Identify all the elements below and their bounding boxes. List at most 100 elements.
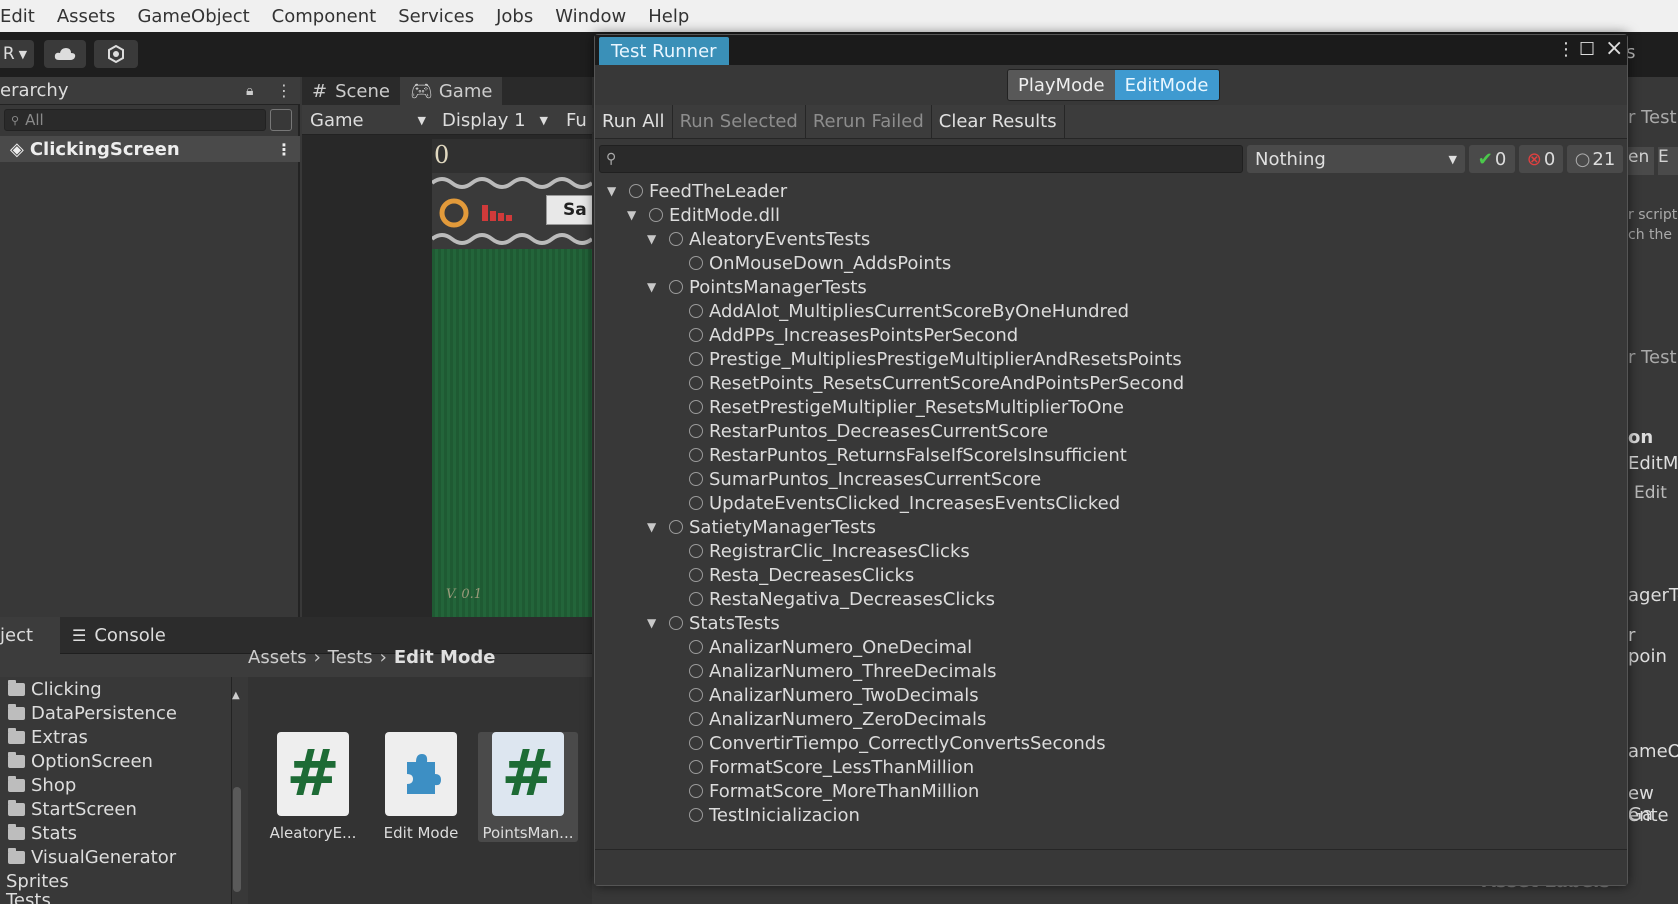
expand-arrow-icon[interactable]: ▼ (627, 208, 639, 222)
expand-arrow-icon[interactable]: ▼ (607, 184, 619, 198)
inspector-button[interactable]: E (1658, 147, 1678, 175)
rerun-failed-button[interactable]: Rerun Failed (806, 104, 932, 139)
test-case-row[interactable]: SumarPuntos_IncreasesCurrentScore (667, 467, 1041, 491)
test-case-row[interactable]: TestInicializacion (667, 803, 860, 827)
test-group-row[interactable]: ▼ PointsManagerTests (647, 275, 867, 299)
expand-arrow-icon[interactable]: ▼ (647, 520, 659, 534)
menu-window[interactable]: Window (544, 6, 637, 27)
game-view[interactable]: 0 Sa V. 0.1 (432, 139, 592, 617)
test-group-row[interactable]: ▼ StatsTests (647, 611, 780, 635)
more-options-icon[interactable]: ⋮ (276, 140, 292, 159)
folder-item[interactable]: Tests (0, 893, 231, 904)
test-case-row[interactable]: RestaNegativa_DecreasesClicks (667, 587, 995, 611)
breadcrumb-item[interactable]: Assets (248, 647, 307, 668)
tab-game[interactable]: 🎮︎ Game (399, 77, 503, 105)
test-case-row[interactable]: OnMouseDown_AddsPoints (667, 251, 951, 275)
expand-arrow-icon[interactable]: ▼ (647, 616, 659, 630)
cloud-button[interactable] (44, 40, 86, 68)
expand-arrow-icon[interactable]: ▼ (647, 232, 659, 246)
expand-arrow-icon[interactable]: ▼ (647, 280, 659, 294)
test-group-row[interactable]: ▼ SatietyManagerTests (647, 515, 876, 539)
run-all-button[interactable]: Run All (595, 104, 673, 139)
run-selected-button[interactable]: Run Selected (673, 104, 806, 139)
unity-scene-icon: ◈ (10, 138, 24, 160)
test-case-row[interactable]: RestarPuntos_DecreasesCurrentScore (667, 419, 1048, 443)
folder-item[interactable]: Stats (0, 821, 231, 845)
test-case-row[interactable]: AnalizarNumero_ThreeDecimals (667, 659, 996, 683)
tab-console[interactable]: ☰ Console (60, 617, 178, 654)
view-select[interactable]: Game ▼ (304, 108, 432, 132)
menu-services[interactable]: Services (387, 6, 485, 27)
test-case-row[interactable]: ResetPrestigeMultiplier_ResetsMultiplier… (667, 395, 1124, 419)
failed-count-toggle[interactable]: ⊗ 0 (1519, 145, 1563, 173)
tab-project[interactable]: ject (0, 616, 60, 654)
inspector-button[interactable]: en (1628, 147, 1654, 175)
test-case-row[interactable]: AnalizarNumero_TwoDecimals (667, 683, 979, 707)
folder-icon (8, 799, 25, 816)
test-label: Resta_DecreasesClicks (709, 564, 915, 586)
tab-scene[interactable]: # Scene (302, 77, 400, 105)
test-case-row[interactable]: FormatScore_MoreThanMillion (667, 779, 979, 803)
save-button[interactable]: Sa (546, 195, 592, 225)
menu-help[interactable]: Help (637, 6, 700, 27)
passed-count-toggle[interactable]: ✔ 0 (1469, 145, 1515, 173)
folder-item[interactable]: Clicking (0, 677, 231, 701)
test-group-row[interactable]: ▼ AleatoryEventsTests (647, 227, 870, 251)
folder-scrollbar-thumb[interactable] (233, 787, 241, 892)
test-case-row[interactable]: Resta_DecreasesClicks (667, 563, 914, 587)
test-case-row[interactable]: AnalizarNumero_ZeroDecimals (667, 707, 986, 731)
aspect-select-value: Fu (566, 109, 587, 131)
create-button[interactable] (270, 109, 292, 131)
test-case-row[interactable]: AnalizarNumero_OneDecimal (667, 635, 972, 659)
category-filter-select[interactable]: Nothing ▼ (1247, 145, 1465, 173)
collab-button[interactable] (94, 40, 138, 68)
test-case-row[interactable]: RestarPuntos_ReturnsFalseIfScoreIsInsuff… (667, 443, 1127, 467)
test-case-row[interactable]: UpdateEventsClicked_IncreasesEventsClick… (667, 491, 1120, 515)
breadcrumb-item[interactable]: Tests (328, 647, 373, 668)
test-group-row[interactable]: ▼ EditMode.dll (627, 203, 780, 227)
folder-item[interactable]: VisualGenerator (0, 845, 231, 869)
asset-item[interactable]: # PointsMan... (478, 732, 578, 842)
folder-item[interactable]: DataPersistence (0, 701, 231, 725)
asset-item[interactable]: Edit Mode (371, 732, 471, 842)
test-case-row[interactable]: AddAlot_MultipliesCurrentScoreByOneHundr… (667, 299, 1129, 323)
test-runner-tab[interactable]: Test Runner (599, 37, 729, 65)
menu-edit[interactable]: Edit (0, 6, 46, 27)
editmode-tab[interactable]: EditMode (1114, 70, 1219, 100)
test-label: EditMode.dll (669, 204, 781, 226)
menu-assets[interactable]: Assets (46, 6, 127, 27)
lock-icon[interactable]: 🔒︎ (246, 83, 253, 99)
menu-jobs[interactable]: Jobs (485, 6, 544, 27)
breadcrumb-current[interactable]: Edit Mode (394, 647, 496, 668)
notrun-count-toggle[interactable]: ○ 21 (1567, 145, 1623, 173)
inspector-text: ameOb (1628, 741, 1678, 762)
test-case-row[interactable]: RegistrarClic_IncreasesClicks (667, 539, 970, 563)
test-group-row[interactable]: ▼ FeedTheLeader (607, 179, 787, 203)
clear-results-button[interactable]: Clear Results (932, 104, 1065, 139)
playmode-tab[interactable]: PlayMode (1008, 70, 1115, 100)
close-icon[interactable]: × (1605, 36, 1623, 61)
folder-item[interactable]: Sprites (0, 869, 231, 893)
hierarchy-scene-row[interactable]: ◈ ClickingScreen ⋮ (0, 136, 300, 162)
account-dropdown[interactable]: R ▼ (0, 40, 34, 68)
test-case-row[interactable]: Prestige_MultipliesPrestigeMultiplierAnd… (667, 347, 1182, 371)
folder-item[interactable]: Extras (0, 725, 231, 749)
test-case-row[interactable]: FormatScore_LessThanMillion (667, 755, 974, 779)
menu-component[interactable]: Component (261, 6, 388, 27)
test-case-row[interactable]: ResetPoints_ResetsCurrentScoreAndPointsP… (667, 371, 1184, 395)
folder-item[interactable]: Shop (0, 773, 231, 797)
hierarchy-tab[interactable]: erarchy 🔒︎ ⋮ (0, 77, 300, 105)
more-options-icon[interactable]: ⋮ (276, 81, 292, 100)
more-options-icon[interactable]: ⋮ (1557, 39, 1575, 60)
hierarchy-search-input[interactable]: ⚲ All (4, 109, 266, 131)
maximize-icon[interactable]: ☐ (1579, 39, 1595, 60)
test-case-row[interactable]: ConvertirTiempo_CorrectlyConvertsSeconds (667, 731, 1106, 755)
folder-item[interactable]: OptionScreen (0, 749, 231, 773)
menu-gameobject[interactable]: GameObject (126, 6, 260, 27)
display-select[interactable]: Display 1 ▼ (436, 108, 554, 132)
asset-item[interactable]: # AleatoryE... (263, 732, 363, 842)
test-runner-titlebar[interactable]: Test Runner ⋮ ☐ × (595, 35, 1627, 65)
folder-item[interactable]: StartScreen (0, 797, 231, 821)
test-case-row[interactable]: AddPPs_IncreasesPointsPerSecond (667, 323, 1018, 347)
test-search-input[interactable]: ⚲ (599, 145, 1243, 173)
